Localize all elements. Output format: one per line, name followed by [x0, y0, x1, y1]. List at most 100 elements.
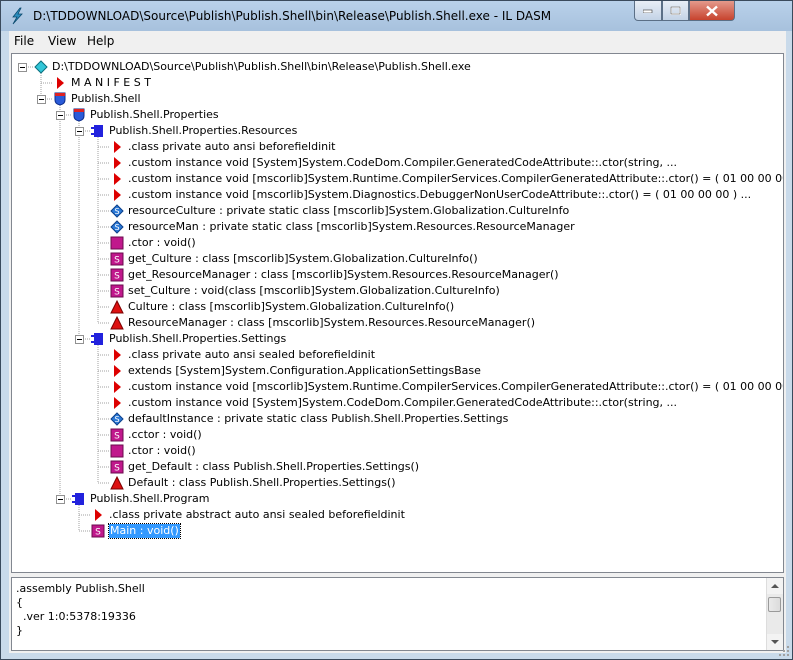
tree-view[interactable]: D:\TDDOWNLOAD\Source\Publish\Publish.She…	[11, 53, 784, 573]
tree-node-label[interactable]: get_Culture : class [mscorlib]System.Glo…	[128, 252, 478, 266]
property-icon	[110, 475, 124, 490]
info-marker-icon	[110, 156, 124, 170]
tree-node-label[interactable]: .ctor : void()	[128, 236, 196, 250]
collapse-toggle-icon[interactable]	[37, 95, 46, 104]
collapse-toggle-icon[interactable]	[75, 335, 84, 344]
title-bar[interactable]: D:\TDDOWNLOAD\Source\Publish\Publish.She…	[1, 1, 792, 31]
tree-node-label[interactable]: defaultInstance : private static class P…	[128, 412, 508, 426]
svg-text:S: S	[114, 415, 119, 424]
menu-view[interactable]: View	[48, 34, 76, 48]
menu-help[interactable]: Help	[87, 34, 114, 48]
tree-node-label[interactable]: Publish.Shell.Properties.Resources	[109, 124, 297, 138]
ildasm-window: D:\TDDOWNLOAD\Source\Publish\Publish.She…	[0, 0, 793, 660]
menu-file[interactable]: File	[14, 34, 34, 48]
ildasm-app-icon	[12, 7, 23, 25]
tree-node-label[interactable]: .custom instance void [System]System.Cod…	[128, 156, 677, 170]
class-icon	[72, 492, 86, 506]
static-method-icon: S	[110, 284, 124, 298]
namespace-shield-icon	[72, 108, 86, 122]
svg-text:S: S	[95, 528, 101, 538]
tree-node-label[interactable]: .custom instance void [mscorlib]System.R…	[128, 380, 783, 394]
collapse-toggle-icon[interactable]	[56, 111, 65, 120]
tree-node-label[interactable]: Main : void()	[108, 523, 181, 539]
svg-text:S: S	[114, 464, 120, 474]
tree-node-label[interactable]: .custom instance void [System]System.Cod…	[128, 396, 677, 410]
static-method-icon: S	[110, 460, 124, 474]
resize-grip-icon[interactable]	[778, 645, 790, 657]
close-icon	[706, 5, 718, 16]
tree-node-label[interactable]: .class private abstract auto ansi sealed…	[109, 508, 405, 522]
class-icon	[91, 332, 105, 346]
tree-node-label[interactable]: Culture : class [mscorlib]System.Globali…	[128, 300, 454, 314]
info-marker-icon	[110, 172, 124, 186]
root-diamond-icon	[34, 60, 48, 74]
property-icon	[110, 315, 124, 330]
manifest-marker-icon	[53, 76, 67, 90]
svg-text:S: S	[114, 223, 119, 232]
method-icon	[110, 236, 124, 250]
info-text-line: .ver 1:0:5378:19336	[16, 610, 136, 623]
static-method-icon: S	[91, 524, 105, 538]
method-icon	[110, 444, 124, 458]
svg-text:S: S	[114, 272, 120, 282]
tree-node-label[interactable]: extends [System]System.Configuration.App…	[128, 364, 481, 378]
scroll-up-button[interactable]	[767, 578, 783, 594]
tree-node-label[interactable]: set_Culture : void(class [mscorlib]Syste…	[128, 284, 500, 298]
tree-node-label[interactable]: .class private auto ansi sealed beforefi…	[128, 348, 375, 362]
collapse-toggle-icon[interactable]	[18, 63, 27, 72]
info-marker-icon	[110, 364, 124, 378]
tree-node-label[interactable]: Publish.Shell.Properties.Settings	[109, 332, 286, 346]
window-title: D:\TDDOWNLOAD\Source\Publish\Publish.She…	[33, 9, 552, 23]
info-marker-icon	[110, 396, 124, 410]
info-marker-icon	[110, 140, 124, 154]
svg-text:S: S	[114, 432, 120, 442]
tree-node-label[interactable]: .class private auto ansi beforefieldinit	[128, 140, 335, 154]
info-pane[interactable]: .assembly Publish.Shell{ .ver 1:0:5378:1…	[11, 577, 784, 651]
info-marker-icon	[110, 188, 124, 202]
tree-node-label[interactable]: Publish.Shell.Properties	[90, 108, 219, 122]
info-text-line: }	[16, 624, 23, 637]
close-button[interactable]	[689, 1, 735, 21]
info-text-line: {	[16, 596, 23, 609]
tree-node-label[interactable]: resourceCulture : private static class […	[128, 204, 569, 218]
client-area: D:\TDDOWNLOAD\Source\Publish\Publish.She…	[9, 51, 786, 653]
svg-text:S: S	[114, 288, 120, 298]
maximize-button[interactable]	[662, 1, 689, 21]
tree-node-label[interactable]: .cctor : void()	[128, 428, 202, 442]
tree-node-label[interactable]: Publish.Shell	[71, 92, 141, 106]
tree-node-label[interactable]: get_Default : class Publish.Shell.Proper…	[128, 460, 419, 474]
info-scrollbar[interactable]	[766, 578, 783, 650]
info-marker-icon	[91, 508, 105, 522]
tree-node-label[interactable]: Publish.Shell.Program	[90, 492, 209, 506]
svg-text:S: S	[114, 256, 120, 266]
collapse-toggle-icon[interactable]	[75, 127, 84, 136]
static-method-icon: S	[110, 428, 124, 442]
static-field-icon: S	[110, 220, 124, 234]
info-text-line: .assembly Publish.Shell	[16, 582, 145, 595]
tree-node-label[interactable]: .custom instance void [mscorlib]System.R…	[128, 172, 783, 186]
scroll-up-icon	[771, 584, 779, 588]
minimize-button[interactable]	[634, 1, 662, 21]
static-field-icon: S	[110, 204, 124, 218]
tree-node-label[interactable]: Default : class Publish.Shell.Properties…	[128, 476, 396, 490]
tree-node-label[interactable]: .custom instance void [mscorlib]System.D…	[128, 188, 751, 202]
menu-bar: File View Help	[9, 31, 786, 51]
static-method-icon: S	[110, 268, 124, 282]
namespace-shield-icon	[53, 92, 67, 106]
static-field-icon: S	[110, 412, 124, 426]
minimize-icon	[643, 9, 653, 13]
maximize-icon	[670, 6, 681, 15]
scroll-thumb[interactable]	[768, 597, 781, 612]
info-marker-icon	[110, 348, 124, 362]
tree-node-label[interactable]: resourceMan : private static class [msco…	[128, 220, 575, 234]
tree-node-label[interactable]: D:\TDDOWNLOAD\Source\Publish\Publish.She…	[52, 60, 471, 74]
property-icon	[110, 299, 124, 314]
tree-node-label[interactable]: .ctor : void()	[128, 444, 196, 458]
tree-node-label[interactable]: M A N I F E S T	[71, 76, 151, 90]
tree-node-label[interactable]: get_ResourceManager : class [mscorlib]Sy…	[128, 268, 559, 282]
info-marker-icon	[110, 380, 124, 394]
class-icon	[91, 124, 105, 138]
collapse-toggle-icon[interactable]	[56, 495, 65, 504]
svg-text:S: S	[114, 207, 119, 216]
tree-node-label[interactable]: ResourceManager : class [mscorlib]System…	[128, 316, 535, 330]
